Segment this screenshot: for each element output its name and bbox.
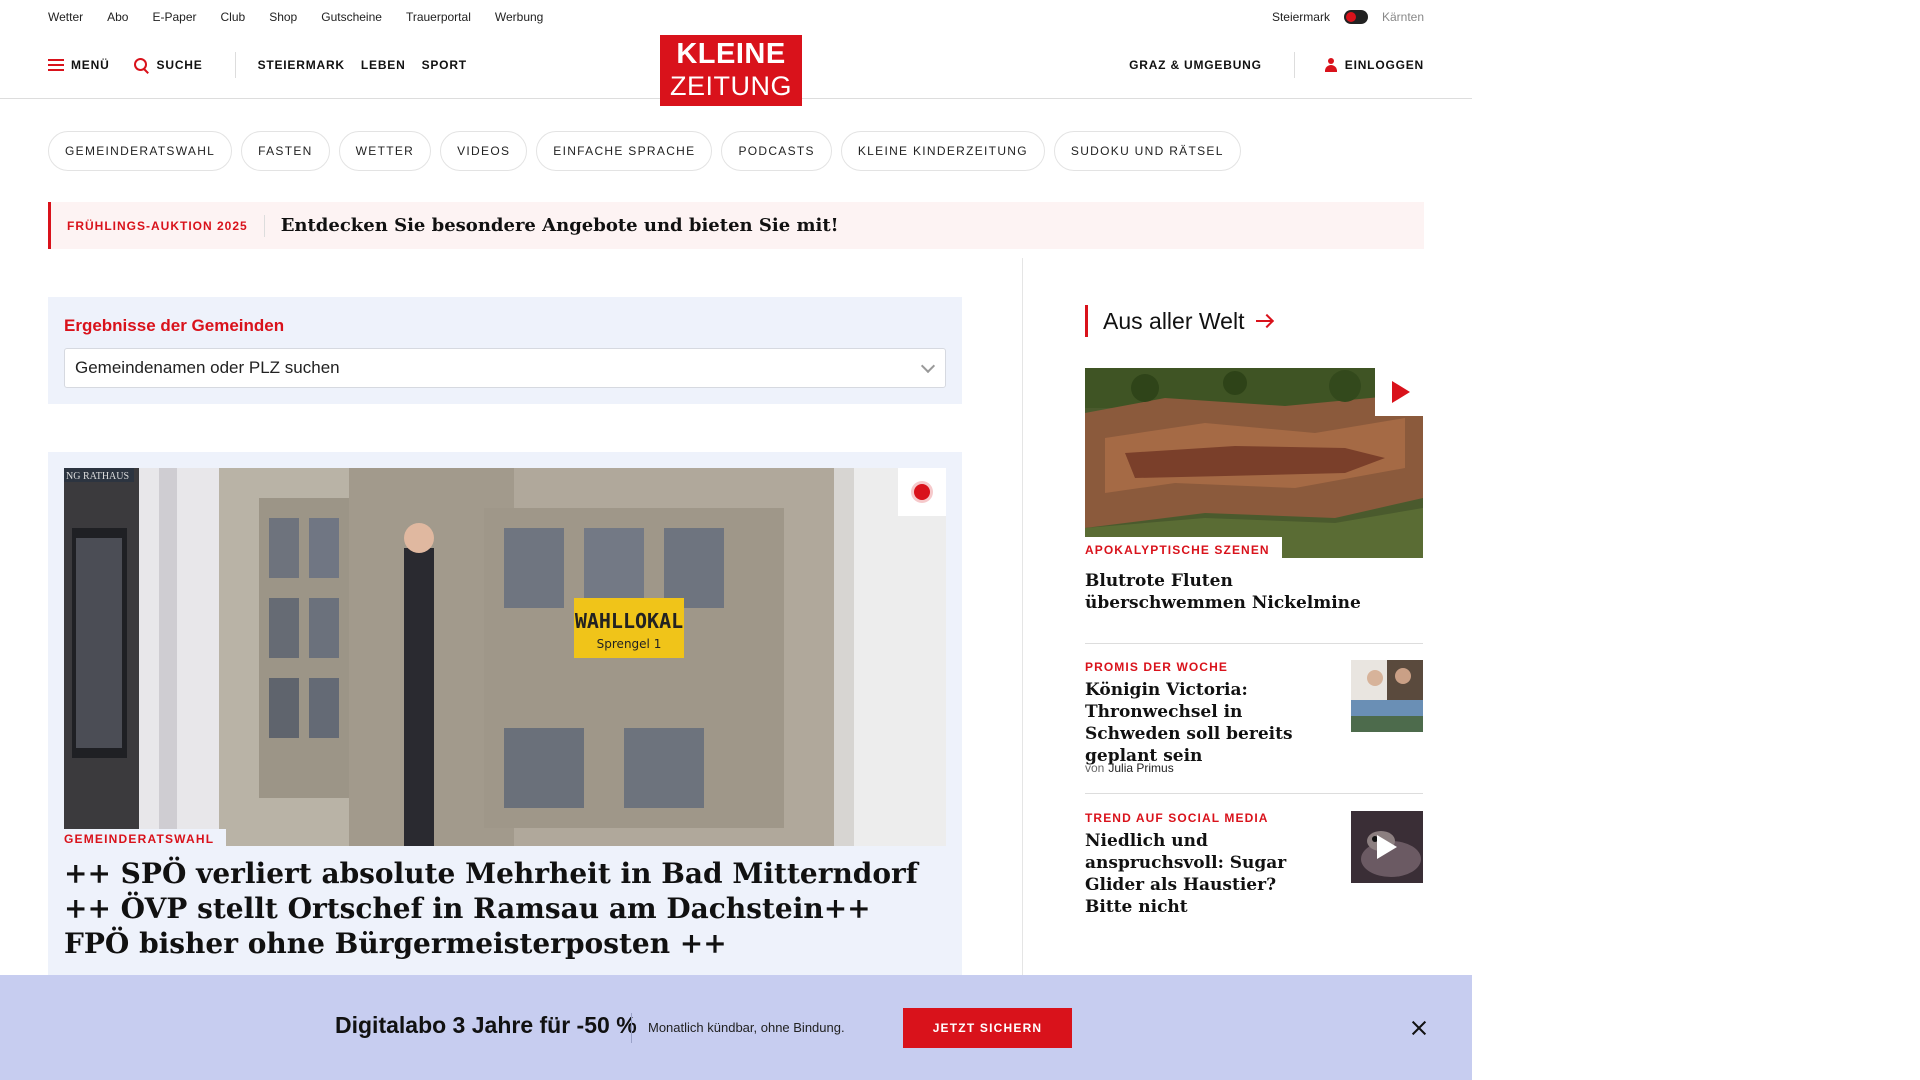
- search-button[interactable]: SUCHE: [133, 57, 203, 73]
- region-toggle[interactable]: [1343, 9, 1368, 24]
- header-left: MENÜ SUCHE STEIERMARK LEBEN SPORT: [48, 33, 483, 97]
- close-icon[interactable]: [1410, 1019, 1428, 1037]
- live-badge: [898, 468, 946, 516]
- teaser-headline[interactable]: ++ SPÖ verliert absolute Mehrheit in Bad…: [64, 856, 924, 961]
- side-item1-thumb-illustration: [1351, 660, 1423, 732]
- nav-leben[interactable]: LEBEN: [361, 58, 406, 72]
- play-icon: [1377, 835, 1397, 859]
- side-item2-thumbnail[interactable]: [1351, 811, 1423, 883]
- utility-link-gutscheine[interactable]: Gutscheine: [321, 10, 382, 24]
- header-right: GRAZ & UMGEBUNG EINLOGGEN: [1129, 33, 1424, 97]
- gemeinde-placeholder: Gemeindenamen oder PLZ suchen: [75, 358, 340, 377]
- topic-chips: GEMEINDERATSWAHL FASTEN WETTER VIDEOS EI…: [48, 131, 1241, 171]
- gemeinde-search-select[interactable]: Gemeindenamen oder PLZ suchen: [64, 348, 946, 388]
- utility-bar: Wetter Abo E-Paper Club Shop Gutscheine …: [48, 0, 1424, 33]
- author-prefix: von: [1085, 761, 1105, 775]
- gemeinde-title: Ergebnisse der Gemeinden: [64, 316, 285, 335]
- play-icon: [1392, 381, 1410, 403]
- side-lead-headline[interactable]: Blutrote Fluten überschwemmen Nickelmine: [1085, 570, 1365, 614]
- search-icon: [133, 57, 149, 73]
- main-nav: STEIERMARK LEBEN SPORT: [258, 58, 483, 72]
- nav-sport[interactable]: SPORT: [422, 58, 467, 72]
- banner-cta-button[interactable]: JETZT SICHERN: [903, 1008, 1072, 1048]
- utility-link-trauerportal[interactable]: Trauerportal: [406, 10, 471, 24]
- utility-link-epaper[interactable]: E-Paper: [152, 10, 196, 24]
- side-lead-kicker: APOKALYPTISCHE SZENEN: [1085, 537, 1282, 559]
- local-region-link[interactable]: GRAZ & UMGEBUNG: [1129, 58, 1262, 72]
- teaser-headline-line3: FPÖ bisher ohne Bürgermeisterposten ++: [64, 927, 727, 960]
- side-lead-photo[interactable]: [1085, 368, 1423, 558]
- section-title-aus-aller-welt[interactable]: Aus aller Welt: [1085, 305, 1273, 337]
- chip-sudoku[interactable]: SUDOKU UND RÄTSEL: [1053, 131, 1241, 171]
- hamburger-icon: [48, 59, 64, 71]
- promo-text: Entdecken Sie besondere Angebote und bie…: [280, 215, 839, 236]
- chip-wetter[interactable]: WETTER: [338, 131, 432, 171]
- logo-line1: KLEINE: [676, 38, 786, 70]
- utility-links: Wetter Abo E-Paper Club Shop Gutscheine …: [48, 10, 567, 24]
- banner-divider: [631, 1013, 632, 1043]
- chip-einfache-sprache[interactable]: EINFACHE SPRACHE: [536, 131, 713, 171]
- promo-tag: FRÜHLINGS-AUKTION 2025: [51, 214, 265, 237]
- gemeinde-results-box: Ergebnisse der Gemeinden Gemeindenamen o…: [48, 297, 962, 404]
- chip-gemeinderatswahl[interactable]: GEMEINDERATSWAHL: [48, 131, 233, 171]
- teaser-photo-illustration: WAHLLOKAL Sprengel 1 NG RATHAUS: [64, 468, 946, 846]
- chip-fasten[interactable]: FASTEN: [241, 131, 330, 171]
- main-teaser[interactable]: WAHLLOKAL Sprengel 1 NG RATHAUS GEMEINDE…: [48, 452, 962, 982]
- utility-link-club[interactable]: Club: [221, 10, 246, 24]
- user-icon: [1324, 58, 1337, 72]
- side-divider-1: [1085, 643, 1423, 644]
- main-header: MENÜ SUCHE STEIERMARK LEBEN SPORT KLEINE…: [0, 33, 1472, 106]
- region-active-label[interactable]: Steiermark: [1272, 10, 1330, 24]
- chevron-down-icon: [920, 358, 936, 374]
- banner-title: Digitalabo 3 Jahre für -50 %: [335, 1012, 637, 1038]
- chip-videos[interactable]: VIDEOS: [440, 131, 528, 171]
- side-item1-headline[interactable]: Königin Victoria: Thronwechsel in Schwed…: [1085, 679, 1325, 767]
- page-right-margin: [1472, 0, 1920, 1080]
- arrow-right-icon: [1256, 320, 1273, 322]
- region-switch: Steiermark Kärnten: [1272, 9, 1424, 24]
- teaser-headline-line2: ++ ÖVP stellt Ortschef in Ramsau am Dach…: [64, 892, 871, 925]
- side-item2-kicker: TREND AUF SOCIAL MEDIA: [1085, 811, 1269, 825]
- utility-link-shop[interactable]: Shop: [269, 10, 297, 24]
- chip-podcasts[interactable]: PODCASTS: [721, 131, 832, 171]
- teaser-kicker: GEMEINDERATSWAHL: [64, 829, 227, 848]
- video-play-button[interactable]: [1375, 368, 1423, 416]
- search-label: SUCHE: [156, 58, 203, 72]
- side-lead-illustration: [1085, 368, 1423, 558]
- nav-steiermark[interactable]: STEIERMARK: [258, 58, 345, 72]
- column-divider: [1022, 258, 1023, 978]
- site-logo[interactable]: KLEINE ZEITUNG: [660, 35, 802, 106]
- section-title-text: Aus aller Welt: [1103, 307, 1245, 334]
- side-item1-kicker: PROMIS DER WOCHE: [1085, 660, 1228, 674]
- svg-text:NG RATHAUS: NG RATHAUS: [66, 471, 129, 482]
- menu-button[interactable]: MENÜ: [48, 58, 110, 72]
- side-divider-2: [1085, 793, 1423, 794]
- side-item1-thumbnail[interactable]: [1351, 660, 1423, 732]
- side-item1-author: von Julia Primus: [1085, 761, 1174, 775]
- menu-label: MENÜ: [71, 58, 110, 72]
- banner-subtitle: Monatlich kündbar, ohne Bindung.: [648, 1020, 845, 1035]
- logo-line2: ZEITUNG: [670, 71, 792, 101]
- utility-link-wetter[interactable]: Wetter: [48, 10, 83, 24]
- chip-kinderzeitung[interactable]: KLEINE KINDERZEITUNG: [840, 131, 1045, 171]
- svg-text:WAHLLOKAL: WAHLLOKAL: [575, 609, 683, 633]
- teaser-photo[interactable]: WAHLLOKAL Sprengel 1 NG RATHAUS: [64, 468, 946, 846]
- author-name[interactable]: Julia Primus: [1108, 761, 1173, 775]
- utility-link-abo[interactable]: Abo: [107, 10, 128, 24]
- header-right-divider: [1293, 52, 1295, 78]
- live-dot-icon: [914, 484, 930, 500]
- promo-strip[interactable]: FRÜHLINGS-AUKTION 2025 Entdecken Sie bes…: [48, 202, 1424, 249]
- login-label: EINLOGGEN: [1344, 58, 1424, 72]
- login-button[interactable]: EINLOGGEN: [1324, 58, 1424, 72]
- side-item2-headline[interactable]: Niedlich und anspruchsvoll: Sugar Glider…: [1085, 830, 1325, 918]
- region-other-label[interactable]: Kärnten: [1382, 10, 1424, 24]
- teaser-headline-line1: ++ SPÖ verliert absolute Mehrheit in Bad…: [64, 857, 918, 890]
- svg-text:Sprengel 1: Sprengel 1: [597, 637, 662, 651]
- header-divider: [234, 52, 236, 78]
- utility-link-werbung[interactable]: Werbung: [495, 10, 543, 24]
- page: Wetter Abo E-Paper Club Shop Gutscheine …: [0, 0, 1472, 1080]
- subscription-banner: Digitalabo 3 Jahre für -50 % Monatlich k…: [0, 975, 1472, 1080]
